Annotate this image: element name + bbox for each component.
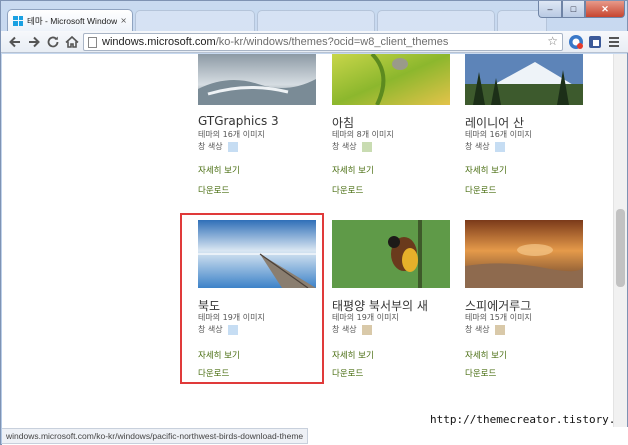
scrollbar-thumb[interactable] (616, 209, 625, 287)
tab-themes[interactable]: 테마 - Microsoft Window × (7, 9, 133, 31)
arrow-right-icon (29, 36, 40, 48)
theme-image-count: 테마의 15개 이미지 (465, 313, 532, 322)
reload-icon (47, 36, 59, 48)
theme-thumbnail[interactable] (465, 220, 583, 288)
color-swatch (494, 324, 505, 335)
background-tab[interactable] (135, 10, 255, 31)
maximize-button[interactable]: □ (562, 1, 585, 18)
theme-window-color: 창 색상 (465, 324, 505, 335)
menu-icon[interactable] (606, 34, 622, 50)
theme-image-count: 테마의 16개 이미지 (465, 130, 532, 139)
color-swatch (361, 324, 372, 335)
theme-window-color: 창 색상 (198, 141, 238, 152)
home-button[interactable] (64, 34, 80, 50)
download-link[interactable]: 다운로드 (332, 367, 363, 379)
tab-title: 테마 - Microsoft Window (27, 15, 118, 26)
theme-window-color: 창 색상 (465, 141, 505, 152)
forward-button[interactable] (26, 34, 42, 50)
minimize-button[interactable]: – (538, 1, 562, 18)
highlight-box (180, 213, 324, 384)
address-bar[interactable]: windows.microsoft.com/ko-kr/windows/them… (83, 33, 563, 51)
vertical-scrollbar[interactable] (613, 54, 627, 427)
address-url: windows.microsoft.com/ko-kr/windows/them… (102, 36, 449, 48)
download-link[interactable]: 다운로드 (332, 184, 363, 196)
reload-button[interactable] (45, 34, 61, 50)
details-link[interactable]: 자세히 보기 (332, 164, 374, 176)
theme-image-count: 테마의 8개 이미지 (332, 130, 394, 139)
home-icon (65, 35, 79, 48)
browser-window: 테마 - Microsoft Window × – □ ✕ windows.mi… (0, 0, 628, 445)
theme-window-color: 창 색상 (332, 141, 372, 152)
close-window-button[interactable]: ✕ (585, 1, 625, 18)
download-link[interactable]: 다운로드 (465, 367, 496, 379)
theme-image-count: 테마의 16개 이미지 (198, 130, 265, 139)
windows-logo-icon (13, 15, 23, 26)
status-url: windows.microsoft.com/ko-kr/windows/paci… (2, 428, 309, 444)
tab-strip: 테마 - Microsoft Window × – □ ✕ (1, 1, 628, 31)
theme-thumbnail[interactable] (332, 220, 450, 288)
details-link[interactable]: 자세히 보기 (198, 164, 240, 176)
page-icon (88, 36, 97, 48)
watermark-text: http://themecreator.tistory.com (430, 413, 613, 426)
browser-toolbar: windows.microsoft.com/ko-kr/windows/them… (1, 31, 628, 53)
theme-thumbnail[interactable] (465, 54, 583, 105)
bookmark-star-icon[interactable]: ☆ (547, 34, 558, 48)
color-swatch (227, 141, 238, 152)
download-link[interactable]: 다운로드 (198, 184, 229, 196)
arrow-left-icon (9, 36, 20, 48)
page-content: GTGraphics 3 테마의 16개 이미지 창 색상 자세히 보기 다운로… (2, 54, 613, 427)
theme-image-count: 테마의 19개 이미지 (332, 313, 399, 322)
details-link[interactable]: 자세히 보기 (465, 164, 507, 176)
color-swatch (361, 141, 372, 152)
theme-name: GTGraphics 3 (198, 114, 279, 128)
close-tab-icon[interactable]: × (120, 16, 127, 25)
extension-icon[interactable] (587, 34, 603, 50)
window-controls: – □ ✕ (538, 1, 625, 18)
theme-thumbnail[interactable] (198, 54, 316, 105)
color-swatch (494, 141, 505, 152)
details-link[interactable]: 자세히 보기 (465, 349, 507, 361)
background-tab[interactable] (377, 10, 495, 31)
status-bar: windows.microsoft.com/ko-kr/windows/paci… (2, 427, 628, 445)
back-button[interactable] (7, 34, 23, 50)
details-link[interactable]: 자세히 보기 (332, 349, 374, 361)
background-tab[interactable] (257, 10, 375, 31)
extension-icon[interactable] (568, 34, 584, 50)
theme-thumbnail[interactable] (332, 54, 450, 105)
download-link[interactable]: 다운로드 (465, 184, 496, 196)
theme-window-color: 창 색상 (332, 324, 372, 335)
